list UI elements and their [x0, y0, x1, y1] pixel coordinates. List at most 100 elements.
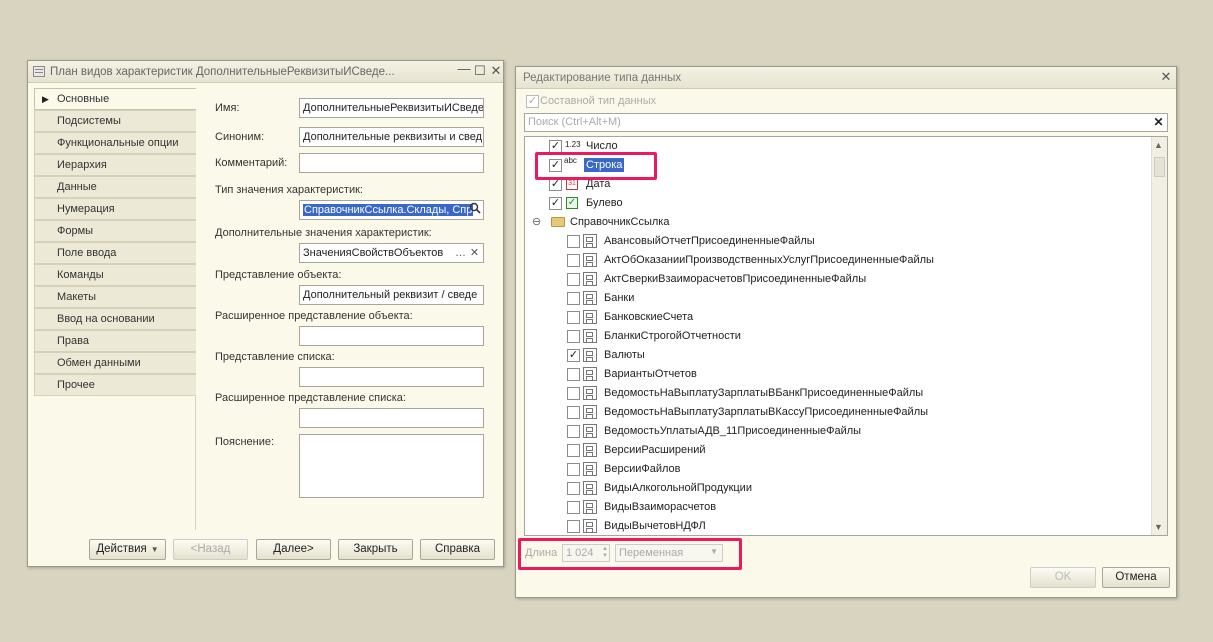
tab-label: Подсистемы: [57, 115, 121, 127]
tab-label: Иерархия: [57, 159, 107, 171]
value-type-label: Тип значения характеристик:: [215, 184, 363, 196]
comment-field[interactable]: [299, 153, 484, 173]
close-icon[interactable]: ✕: [488, 63, 504, 79]
tab-subsystems[interactable]: Подсистемы: [34, 110, 196, 132]
tab-hierarchy[interactable]: Иерархия: [34, 154, 196, 176]
ext-list-repr-field[interactable]: [299, 408, 484, 428]
select-button[interactable]: …: [453, 245, 468, 261]
boolean-checkbox[interactable]: ✓: [549, 197, 562, 210]
tree-item-label: БланкиСтрогойОтчетности: [604, 330, 741, 342]
catalog-ref-checkbox[interactable]: [567, 520, 580, 533]
ext-object-repr-field[interactable]: [299, 326, 484, 346]
catalog-ref-checkbox[interactable]: [567, 482, 580, 495]
catalog-ref-checkbox[interactable]: [567, 292, 580, 305]
explanation-field[interactable]: [299, 434, 484, 498]
tree-item-label: ВедомостьНаВыплатуЗарплатыВКассуПрисоеди…: [604, 406, 929, 418]
extra-values-field[interactable]: ЗначенияСвойствОбъектов … ✕: [299, 243, 484, 263]
tab-label: Обмен данными: [57, 357, 141, 369]
tab-rights[interactable]: Права: [34, 330, 196, 352]
catalog-ref-icon: [583, 519, 597, 533]
scroll-up-icon[interactable]: ▲: [1154, 140, 1163, 150]
boolean-icon: ✓: [566, 197, 578, 209]
catalog-ref-checkbox[interactable]: [567, 273, 580, 286]
object-repr-field[interactable]: Дополнительный реквизит / сведе: [299, 285, 484, 305]
tab-data-exchange[interactable]: Обмен данными: [34, 352, 196, 374]
search-input[interactable]: Поиск (Ctrl+Alt+M) ✕: [524, 113, 1168, 132]
catalog-ref-icon: [583, 443, 597, 457]
tab-input-field[interactable]: Поле ввода: [34, 242, 196, 264]
catalog-ref-icon: [583, 329, 597, 343]
scroll-down-icon[interactable]: ▼: [1154, 522, 1163, 532]
tab-label: Права: [57, 335, 89, 347]
help-button[interactable]: Справка: [420, 539, 495, 560]
clear-icon[interactable]: ✕: [467, 245, 482, 261]
close-icon[interactable]: ✕: [1158, 69, 1174, 85]
catalog-ref-checkbox[interactable]: [567, 425, 580, 438]
left-window-titlebar[interactable]: План видов характеристик ДополнительныеР…: [28, 61, 503, 83]
catalog-ref-checkbox[interactable]: [567, 368, 580, 381]
tab-input-by-basis[interactable]: Ввод на основании: [34, 308, 196, 330]
maximize-icon[interactable]: ☐: [472, 63, 488, 79]
tab-label: Основные: [57, 93, 110, 105]
composite-type-label: Составной тип данных: [540, 95, 657, 107]
composite-type-checkbox[interactable]: ✓: [526, 95, 539, 108]
catalog-ref-checkbox[interactable]: [567, 463, 580, 476]
list-repr-field[interactable]: [299, 367, 484, 387]
tab-label: Данные: [57, 181, 97, 193]
tab-commands[interactable]: Команды: [34, 264, 196, 286]
tree-item-label: ВидыВзаиморасчетов: [604, 501, 717, 513]
catalog-ref-checkbox[interactable]: [567, 330, 580, 343]
tree-item-label: ВедомостьУплатыАДВ_11ПрисоединенныеФайлы: [604, 425, 862, 437]
tree-scrollbar[interactable]: ▲ ▼: [1151, 137, 1167, 535]
tree-item-label: ВидыАлкогольнойПродукции: [604, 482, 752, 494]
cancel-button[interactable]: Отмена: [1102, 567, 1170, 588]
catalog-ref-checkbox[interactable]: [567, 311, 580, 324]
catalog-ref-icon: [583, 272, 597, 286]
catalog-ref-checkbox[interactable]: [567, 387, 580, 400]
catalog-ref-checkbox[interactable]: [567, 501, 580, 514]
catalog-ref-icon: [583, 348, 597, 362]
clear-search-icon[interactable]: ✕: [1150, 114, 1167, 131]
scroll-thumb[interactable]: [1154, 157, 1165, 177]
next-button[interactable]: Далее>: [256, 539, 331, 560]
ok-button[interactable]: OK: [1030, 567, 1096, 588]
name-field[interactable]: ДополнительныеРеквизитыИСведе: [299, 98, 484, 118]
actions-button[interactable]: Действия ▼: [89, 539, 166, 560]
tab-main[interactable]: ▶ Основные: [34, 88, 196, 110]
minimize-icon[interactable]: —: [456, 61, 472, 77]
synonym-field[interactable]: Дополнительные реквизиты и свед: [299, 127, 484, 147]
catalog-ref-checkbox[interactable]: [567, 406, 580, 419]
tab-label: Макеты: [57, 291, 97, 303]
window-icon: [33, 66, 45, 77]
collapse-icon[interactable]: ⊖: [532, 215, 541, 228]
close-button[interactable]: Закрыть: [338, 539, 413, 560]
actions-label: Действия: [96, 543, 147, 555]
catalog-ref-icon: [583, 367, 597, 381]
catalog-ref-icon: [583, 500, 597, 514]
catalog-ref-checkbox[interactable]: ✓: [567, 349, 580, 362]
value-type-field[interactable]: СправочникСсылка.Склады, Спр: [299, 200, 484, 220]
search-icon[interactable]: [467, 202, 482, 218]
tree-group-label: СправочникСсылка: [570, 216, 670, 228]
catalog-ref-icon: [583, 386, 597, 400]
catalog-ref-checkbox[interactable]: [567, 235, 580, 248]
catalog-ref-checkbox[interactable]: [567, 254, 580, 267]
comment-label: Комментарий:: [215, 157, 288, 169]
tab-numbering[interactable]: Нумерация: [34, 198, 196, 220]
catalog-ref-icon: [583, 424, 597, 438]
list-repr-label: Представление списка:: [215, 351, 335, 363]
tab-data[interactable]: Данные: [34, 176, 196, 198]
catalog-ref-checkbox[interactable]: [567, 444, 580, 457]
dialog-titlebar[interactable]: Редактирование типа данных ✕: [516, 67, 1176, 89]
edit-data-type-dialog: Редактирование типа данных ✕ ✓ Составной…: [515, 66, 1177, 598]
search-placeholder: Поиск (Ctrl+Alt+M): [528, 116, 621, 128]
catalog-ref-icon: [583, 291, 597, 305]
tree-item-label: Булево: [586, 197, 623, 209]
tab-other[interactable]: Прочее: [34, 374, 196, 396]
tab-forms[interactable]: Формы: [34, 220, 196, 242]
tab-templates[interactable]: Макеты: [34, 286, 196, 308]
tab-functional-options[interactable]: Функциональные опции: [34, 132, 196, 154]
highlight-box-string: [535, 152, 657, 180]
ext-object-repr-label: Расширенное представление объекта:: [215, 310, 413, 322]
back-button[interactable]: <Назад: [173, 539, 248, 560]
